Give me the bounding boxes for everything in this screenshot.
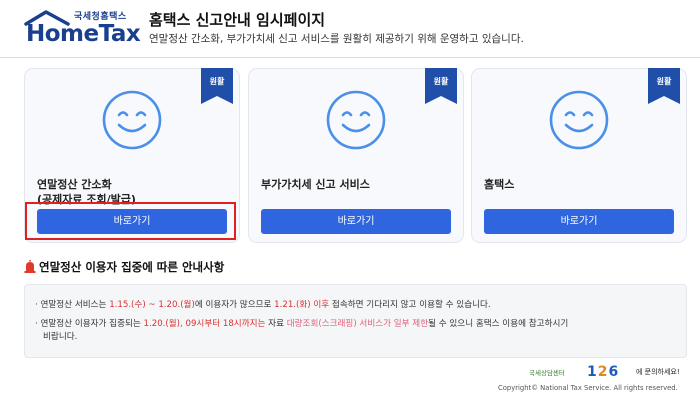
card-hometax: 원활 홈택스 바로가기: [471, 68, 687, 243]
hometax-logo[interactable]: 국세청홈택스 HomeTax: [24, 8, 141, 50]
card-title: 부가가치세 신고 서비스: [261, 178, 370, 191]
notice-line-1: · 연말정산 서비스는 1.15.(수) ~ 1.20.(월)에 이용자가 많으…: [35, 300, 491, 310]
card-title: 연말정산 간소화: [37, 178, 112, 191]
call-center-text: 에 문의하세요!: [636, 368, 680, 376]
status-badge-label: 원활: [209, 77, 225, 86]
card-title: 홈택스: [484, 178, 515, 191]
status-badge-label: 원활: [433, 77, 449, 86]
notice-box: · 연말정산 서비스는 1.15.(수) ~ 1.20.(월)에 이용자가 많으…: [24, 284, 687, 358]
page-description: 연말정산 간소화, 부가가치세 신고 서비스를 원활히 제공하기 위해 운영하고…: [149, 33, 524, 45]
notice-line-2: · 연말정산 이용자가 집중되는 1.20.(월), 09시부터 18시까지는 …: [35, 319, 569, 329]
card-vat-filing: 원활 부가가치세 신고 서비스 바로가기: [248, 68, 464, 243]
status-badge-label: 원활: [656, 77, 672, 86]
call-center-banner[interactable]: 국세상담센터 126 에 문의하세요!: [529, 364, 689, 380]
notice-line-2-cont: 비랍니다.: [43, 332, 78, 342]
highlight-box: [25, 202, 236, 240]
go-button-vat[interactable]: 바로가기: [261, 209, 451, 234]
page-title: 홈택스 신고안내 임시페이지: [149, 11, 326, 29]
logo-wordmark: HomeTax: [26, 21, 141, 47]
smile-icon: [549, 90, 609, 150]
go-button-hometax[interactable]: 바로가기: [484, 209, 674, 234]
call-center-number: 126: [587, 364, 620, 380]
copyright: Copyright© National Tax Service. All rig…: [498, 384, 678, 392]
siren-icon: [24, 260, 36, 273]
notice-title: 연말정산 이용자 집중에 따른 안내사항: [39, 260, 225, 274]
page-header: 국세청홈택스 HomeTax 홈택스 신고안내 임시페이지 연말정산 간소화, …: [0, 0, 700, 58]
smile-icon: [326, 90, 386, 150]
smile-icon: [102, 90, 162, 150]
call-center-label: 국세상담센터: [529, 369, 565, 377]
